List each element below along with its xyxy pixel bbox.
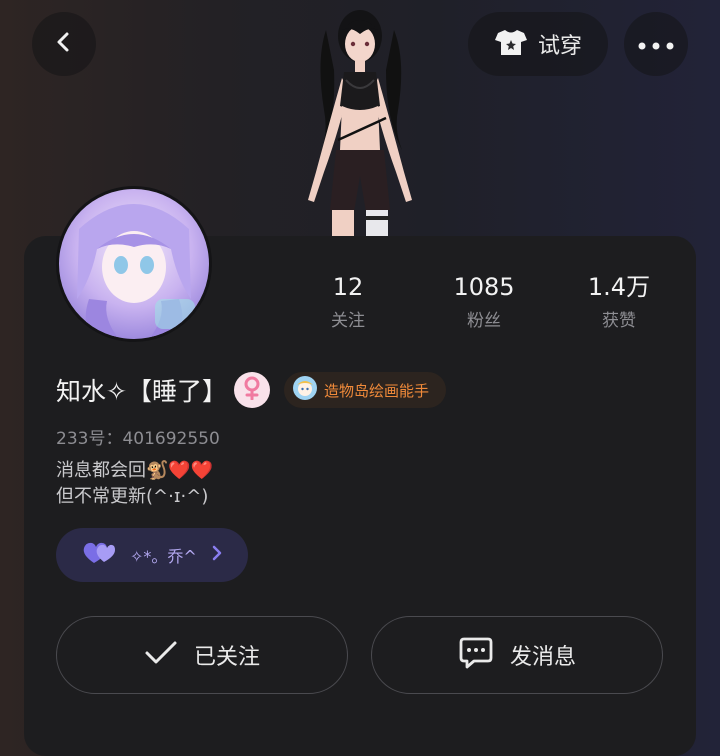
more-button[interactable] — [624, 12, 688, 76]
badge-label: 造物岛绘画能手 — [324, 381, 430, 400]
heart-icon — [82, 541, 116, 569]
following-button-label: 已关注 — [193, 645, 260, 670]
following-count: 12 — [332, 273, 364, 301]
stat-likes[interactable]: 1.4万 获赞 — [559, 272, 679, 331]
following-button[interactable]: 已关注 — [56, 616, 348, 694]
bio-line-1: 消息都会回🐒❤️❤️ — [56, 460, 214, 481]
shirt-icon — [494, 27, 528, 61]
character-model[interactable] — [280, 0, 440, 240]
send-message-button[interactable]: 发消息 — [371, 616, 663, 694]
user-bio: 消息都会回🐒❤️❤️ 但不常更新(^·ɪ·^) — [56, 458, 213, 510]
stat-followers[interactable]: 1085 粉丝 — [424, 272, 544, 331]
chat-bubble-icon — [458, 636, 494, 674]
badge-avatar-icon — [292, 375, 318, 405]
likes-count: 1.4万 — [587, 273, 651, 301]
user-id: 233号：401692550 — [56, 429, 220, 449]
more-dots-icon — [638, 35, 674, 54]
likes-label: 获赞 — [602, 311, 636, 331]
relationship-tag[interactable]: ✧*。乔^ — [56, 528, 248, 582]
avatar[interactable] — [56, 186, 212, 342]
bio-line-2: 但不常更新(^·ɪ·^) — [56, 486, 209, 507]
check-icon — [144, 640, 178, 670]
back-button[interactable] — [32, 12, 96, 76]
tag-label: ✧*。乔^ — [130, 547, 197, 566]
gender-badge — [234, 372, 270, 408]
chevron-right-icon — [211, 544, 223, 566]
achievement-badge[interactable]: 造物岛绘画能手 — [284, 372, 446, 408]
user-name: 知水✧【睡了】 — [56, 377, 227, 406]
female-icon — [241, 376, 263, 404]
send-message-label: 发消息 — [509, 645, 576, 670]
following-label: 关注 — [331, 311, 365, 331]
try-on-label: 试穿 — [537, 34, 582, 59]
followers-count: 1085 — [453, 273, 515, 301]
try-on-button[interactable]: 试穿 — [468, 12, 608, 76]
followers-label: 粉丝 — [467, 311, 501, 331]
stat-following[interactable]: 12 关注 — [288, 272, 408, 331]
chevron-left-icon — [53, 31, 75, 57]
